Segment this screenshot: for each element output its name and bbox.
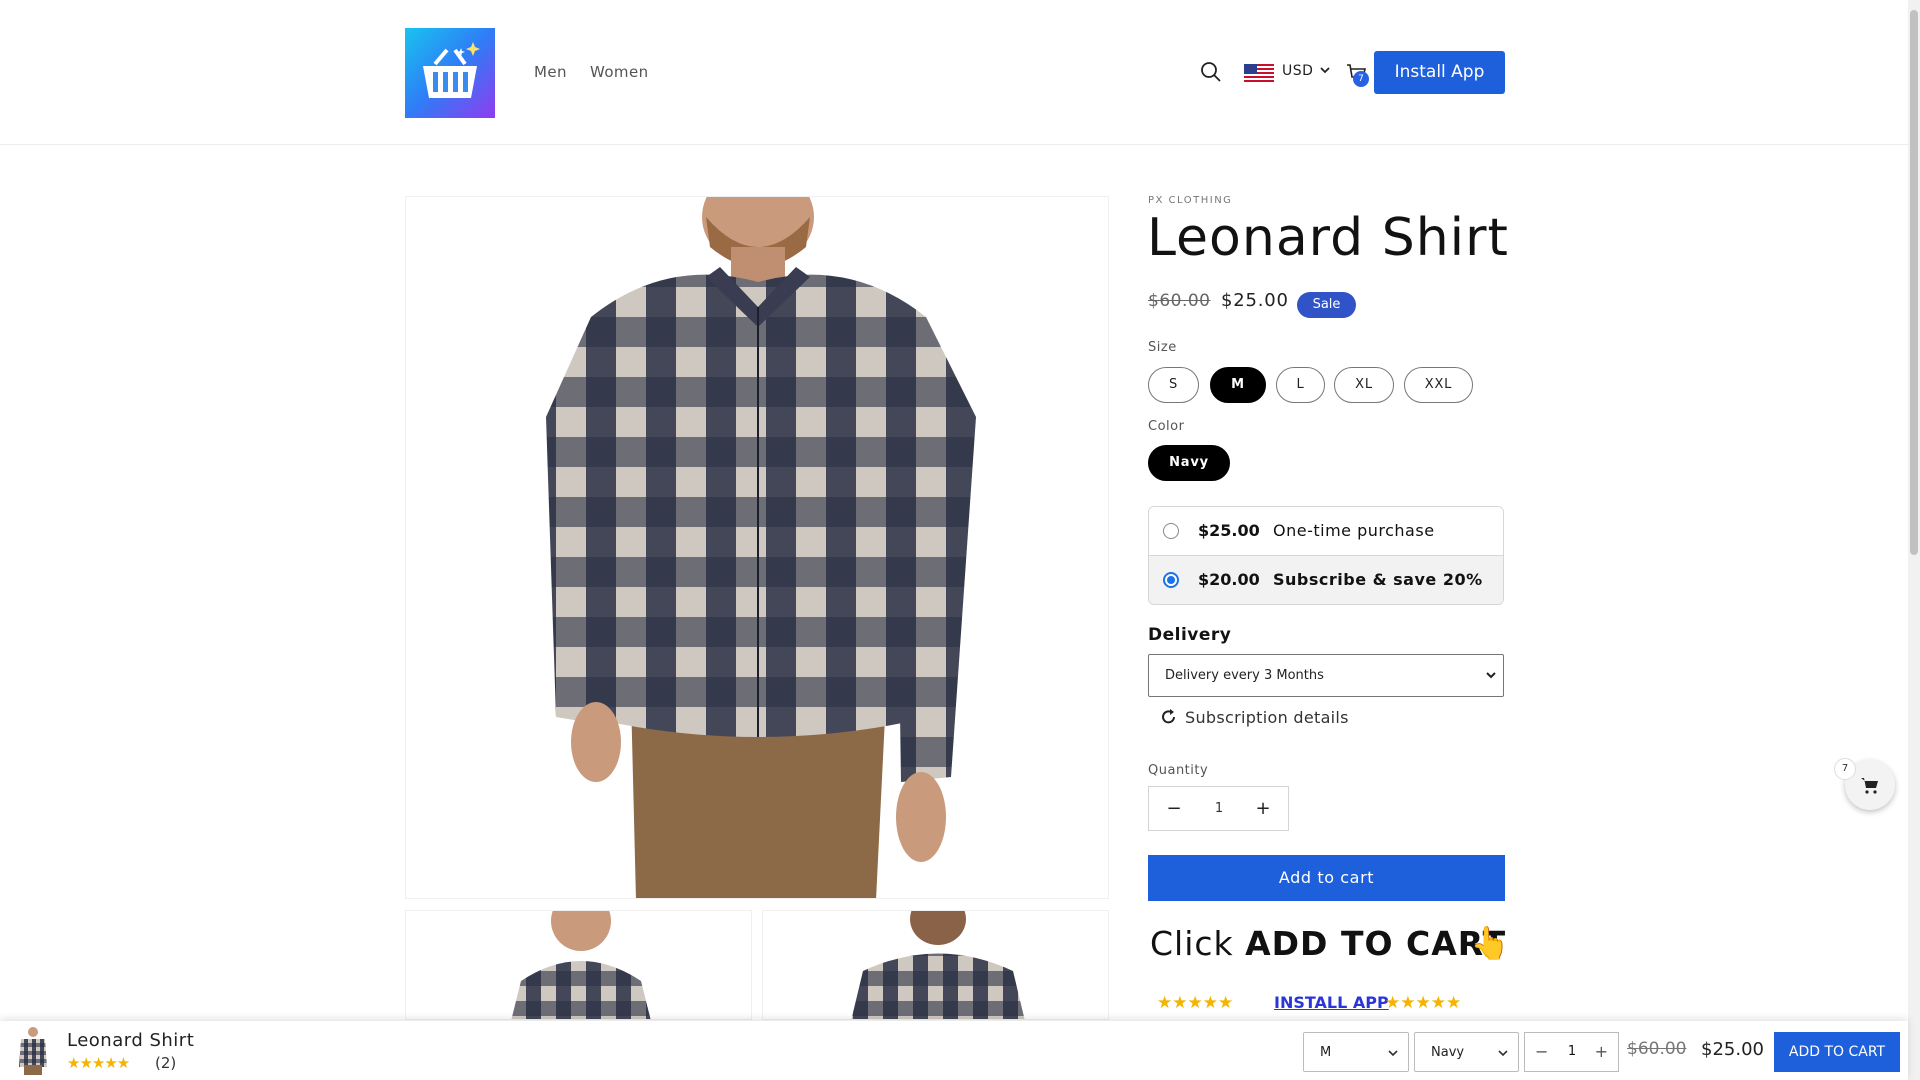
product-title: Leonard Shirt	[1147, 208, 1509, 268]
color-label: Color	[1148, 419, 1185, 434]
one-time-radio[interactable]	[1163, 523, 1179, 539]
subscription-details-link[interactable]: Subscription details	[1185, 708, 1349, 727]
color-option-navy[interactable]: Navy	[1148, 445, 1230, 481]
sticky-quantity-decrease[interactable]: −	[1535, 1042, 1548, 1061]
chevron-down-icon	[1388, 1050, 1398, 1057]
quantity-stepper: − 1 +	[1148, 786, 1289, 831]
store-logo[interactable]	[405, 28, 495, 118]
sticky-quantity-input[interactable]: 1	[1560, 1044, 1584, 1059]
click-bold-text: ADD TO CART	[1245, 924, 1507, 963]
size-option-xxl[interactable]: XXL	[1404, 367, 1473, 403]
sticky-rating-stars: ★★★★★	[67, 1054, 130, 1072]
purchase-options: $25.00 One-time purchase $20.00 Subscrib…	[1148, 506, 1504, 605]
size-option-s[interactable]: S	[1148, 367, 1199, 403]
sticky-color-value: Navy	[1431, 1045, 1465, 1060]
sticky-price: $25.00	[1701, 1039, 1764, 1060]
sticky-review-count: (2)	[155, 1054, 177, 1072]
currency-selector[interactable]: USD	[1282, 63, 1313, 79]
us-flag-icon[interactable]	[1244, 64, 1274, 82]
click-add-to-cart-banner: Click ADD TO CART	[1150, 924, 1506, 963]
sticky-product-thumbnail	[16, 1027, 50, 1075]
sticky-add-to-cart-button[interactable]: ADD TO CART	[1774, 1032, 1900, 1072]
sticky-compare-price: $60.00	[1627, 1039, 1687, 1059]
subscribe-option[interactable]: $20.00 Subscribe & save 20%	[1149, 556, 1503, 604]
sticky-size-select[interactable]: M	[1303, 1032, 1409, 1072]
product-vendor: PX CLOTHING	[1148, 195, 1233, 206]
floating-cart-count: 7	[1834, 758, 1856, 780]
one-time-label: One-time purchase	[1273, 521, 1435, 540]
page-scrollbar[interactable]	[1908, 0, 1920, 1080]
quantity-increase-button[interactable]: +	[1251, 797, 1275, 821]
search-icon[interactable]	[1200, 61, 1222, 83]
subscribe-radio[interactable]	[1163, 572, 1179, 588]
sticky-size-value: M	[1320, 1045, 1332, 1060]
product-thumbnail-back[interactable]	[762, 910, 1109, 1020]
sticky-quantity-increase[interactable]: +	[1595, 1042, 1608, 1061]
one-time-price: $25.00	[1198, 521, 1260, 540]
sticky-color-select[interactable]: Navy	[1414, 1032, 1519, 1072]
cart-count-badge: 7	[1353, 71, 1369, 87]
subscribe-price: $20.00	[1198, 570, 1260, 589]
size-label: Size	[1148, 340, 1177, 355]
sticky-product-title: Leonard Shirt	[67, 1030, 195, 1051]
sticky-add-to-cart-bar: Leonard Shirt ★★★★★ (2) M Navy − 1 + $60…	[0, 1021, 1908, 1080]
size-option-m[interactable]: M	[1210, 367, 1266, 403]
quantity-input[interactable]: 1	[1199, 801, 1239, 816]
install-app-button[interactable]: Install App	[1374, 51, 1505, 94]
subscribe-label: Subscribe & save 20%	[1273, 570, 1483, 589]
chevron-down-icon	[1486, 672, 1496, 679]
delivery-frequency-select[interactable]: Delivery every 3 Months	[1148, 654, 1504, 697]
add-to-cart-button[interactable]: Add to cart	[1148, 855, 1505, 901]
size-option-xl[interactable]: XL	[1334, 367, 1394, 403]
scrollbar-thumb[interactable]	[1910, 10, 1918, 555]
refresh-icon	[1162, 709, 1175, 724]
quantity-decrease-button[interactable]: −	[1162, 797, 1186, 821]
install-app-link[interactable]: INSTALL APP	[1274, 993, 1389, 1012]
chevron-down-icon	[1498, 1050, 1508, 1057]
product-main-image[interactable]	[405, 196, 1109, 899]
delivery-label: Delivery	[1148, 625, 1232, 645]
stars-left: ★★★★★	[1157, 993, 1234, 1013]
product-thumbnail-front[interactable]	[405, 910, 752, 1020]
one-time-purchase-option[interactable]: $25.00 One-time purchase	[1149, 507, 1503, 556]
nav-link-men[interactable]: Men	[534, 63, 567, 81]
sticky-quantity-stepper: − 1 +	[1524, 1032, 1619, 1072]
click-prefix: Click	[1150, 924, 1246, 963]
compare-at-price: $60.00	[1148, 291, 1211, 311]
pointing-hand-icon: 👆	[1470, 924, 1510, 962]
quantity-label: Quantity	[1148, 763, 1209, 778]
delivery-frequency-value: Delivery every 3 Months	[1165, 668, 1324, 683]
sale-price: $25.00	[1221, 290, 1289, 311]
nav-link-women[interactable]: Women	[590, 63, 648, 81]
chevron-down-icon	[1320, 67, 1330, 74]
site-header: Men Women USD 7 Install App	[0, 0, 1908, 145]
sale-badge: Sale	[1297, 292, 1356, 318]
size-option-l[interactable]: L	[1276, 367, 1325, 403]
stars-right: ★★★★★	[1385, 993, 1462, 1013]
cart-icon	[1861, 778, 1878, 794]
